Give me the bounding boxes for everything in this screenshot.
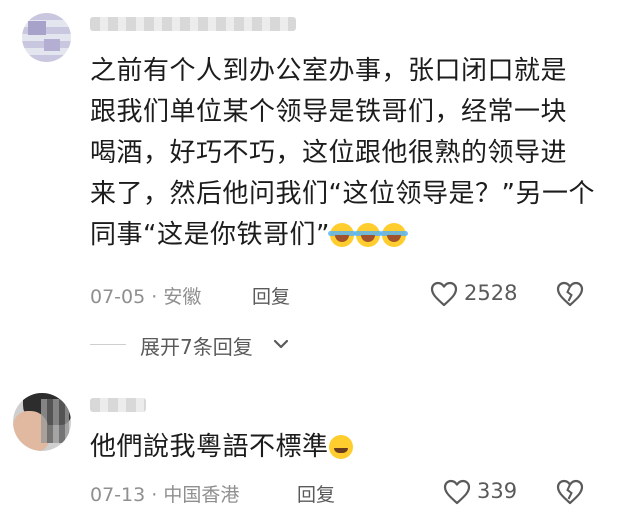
reply-button[interactable]: 回复 (297, 480, 335, 507)
like-count: 2528 (464, 281, 518, 305)
dislike-button[interactable] (556, 281, 584, 307)
comment-date: 07-05 (90, 286, 146, 308)
meta-separator: · (151, 484, 158, 506)
comment-meta: 07-05 · 安徽 (90, 282, 201, 309)
comment-line: 之前有个人到办公室办事，张口闭口就是 (90, 56, 568, 86)
user-avatar[interactable] (22, 13, 71, 62)
comment-text: 之前有个人到办公室办事，张口闭口就是 跟我们单位某个领导是铁哥们，经常一块 喝酒… (90, 51, 610, 256)
comment-line: 他們說我粵語不標準 (90, 432, 329, 462)
heart-icon (443, 479, 471, 505)
comment-line: 跟我们单位某个领导是铁哥们，经常一块 (90, 97, 568, 127)
laughing-crying-emoji-icon (379, 223, 408, 247)
comment-location: 安徽 (163, 286, 202, 308)
chevron-down-icon[interactable] (272, 337, 290, 351)
broken-heart-icon (556, 479, 584, 505)
username-redacted[interactable] (90, 398, 146, 412)
comment-line-text: 同事“这是你铁哥们” (90, 220, 330, 250)
dislike-button[interactable] (556, 479, 584, 505)
reply-button[interactable]: 回复 (252, 282, 290, 309)
comment-line: 喝酒，好巧不巧，这位跟他很熟的领导进 (90, 138, 568, 168)
like-button[interactable] (443, 479, 471, 505)
comment-date: 07-13 (90, 484, 146, 506)
comment-meta: 07-13 · 中国香港 (90, 480, 239, 507)
comment-line: 来了，然后他问我们“这位领导是？”另一个 (90, 179, 595, 209)
comment-text: 他們說我粵語不標準 (90, 427, 610, 468)
comment-location: 中国香港 (163, 484, 240, 506)
like-button[interactable] (430, 281, 458, 307)
broken-heart-icon (556, 281, 584, 307)
heart-icon (430, 281, 458, 307)
like-count: 339 (477, 479, 518, 503)
expand-replies-button[interactable]: 展开7条回复 (140, 331, 253, 360)
laughing-crying-emoji-icon (327, 223, 356, 247)
smile-emoji-icon (328, 435, 353, 459)
user-avatar[interactable] (13, 393, 71, 451)
replies-divider (90, 344, 126, 345)
username-redacted[interactable] (90, 17, 296, 31)
laughing-crying-emoji-icon (353, 223, 382, 247)
expand-replies-label: 展开7条回复 (140, 335, 253, 359)
comment-line: 同事“这是你铁哥们” (90, 215, 610, 256)
meta-separator: · (151, 286, 158, 308)
